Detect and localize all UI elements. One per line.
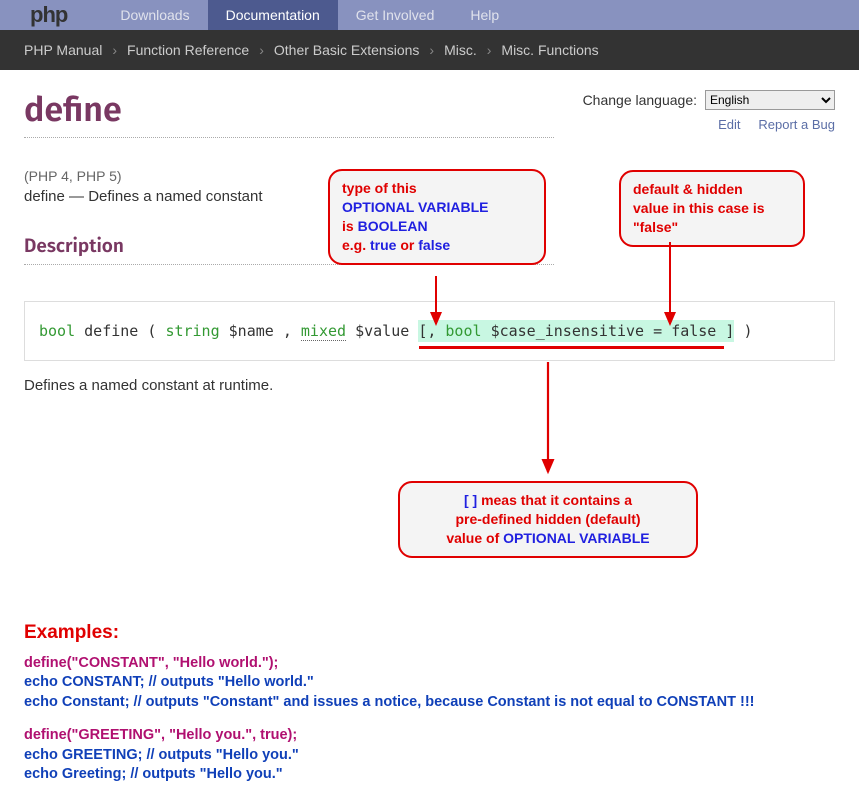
breadcrumb: PHP Manual › Function Reference › Other … (0, 30, 859, 70)
sig-return-type: bool (39, 322, 75, 340)
edit-link[interactable]: Edit (718, 117, 740, 132)
example-line: echo Constant; // outputs "Constant" and… (24, 693, 835, 713)
runtime-description: Defines a named constant at runtime. (24, 377, 835, 394)
page-tools: Change language: English Edit Report a B… (583, 90, 835, 132)
example-line: echo GREETING; // outputs "Hello you." (24, 746, 835, 766)
annotation-brackets-meaning: [ ] meas that it contains a pre-defined … (398, 481, 698, 558)
language-label: Change language: (583, 92, 697, 108)
sig-p3-default: false (671, 322, 716, 340)
example-line: define("CONSTANT", "Hello world."); (24, 654, 835, 674)
crumb-other-basic[interactable]: Other Basic Extensions (274, 42, 420, 58)
example-line: echo Greeting; // outputs "Hello you." (24, 765, 835, 785)
nav-downloads[interactable]: Downloads (102, 0, 207, 30)
crumb-func-ref[interactable]: Function Reference (127, 42, 249, 58)
example-line: define("GREETING", "Hello you.", true); (24, 726, 835, 746)
nav-documentation[interactable]: Documentation (208, 0, 338, 30)
sig-p2-name: $value (355, 322, 409, 340)
nav-get-involved[interactable]: Get Involved (338, 0, 453, 30)
annotation-default-false: default & hidden value in this case is "… (619, 170, 805, 247)
crumb-sep-icon: › (487, 42, 492, 58)
example-line: echo CONSTANT; // outputs "Hello world." (24, 673, 835, 693)
crumb-sep-icon: › (259, 42, 264, 58)
report-bug-link[interactable]: Report a Bug (758, 117, 835, 132)
optional-param-highlight: [, bool $case_insensitive = false ] (418, 320, 734, 342)
sig-p1-name: $name (229, 322, 274, 340)
examples-heading: Examples: (24, 620, 835, 646)
annotation-type-boolean: type of this OPTIONAL VARIABLE is BOOLEA… (328, 169, 546, 265)
crumb-misc[interactable]: Misc. (444, 42, 477, 58)
function-signature: bool define ( string $name , mixed $valu… (24, 301, 835, 361)
php-logo: php (30, 2, 67, 28)
sig-p3-type: bool (445, 322, 481, 340)
language-select[interactable]: English (705, 90, 835, 110)
sig-func-name: define (84, 322, 138, 340)
sig-p3-name: $case_insensitive (491, 322, 645, 340)
underline-marker (419, 346, 724, 349)
top-nav: php Downloads Documentation Get Involved… (0, 0, 859, 30)
main-content: Change language: English Edit Report a B… (0, 70, 859, 610)
crumb-sep-icon: › (429, 42, 434, 58)
crumb-misc-funcs[interactable]: Misc. Functions (501, 42, 598, 58)
nav-help[interactable]: Help (452, 0, 517, 30)
page-title: define (24, 90, 554, 138)
examples-section: Examples: define("CONSTANT", "Hello worl… (0, 610, 859, 795)
sig-p2-type: mixed (301, 322, 346, 341)
crumb-manual[interactable]: PHP Manual (24, 42, 102, 58)
crumb-sep-icon: › (112, 42, 117, 58)
sig-p1-type: string (165, 322, 219, 340)
